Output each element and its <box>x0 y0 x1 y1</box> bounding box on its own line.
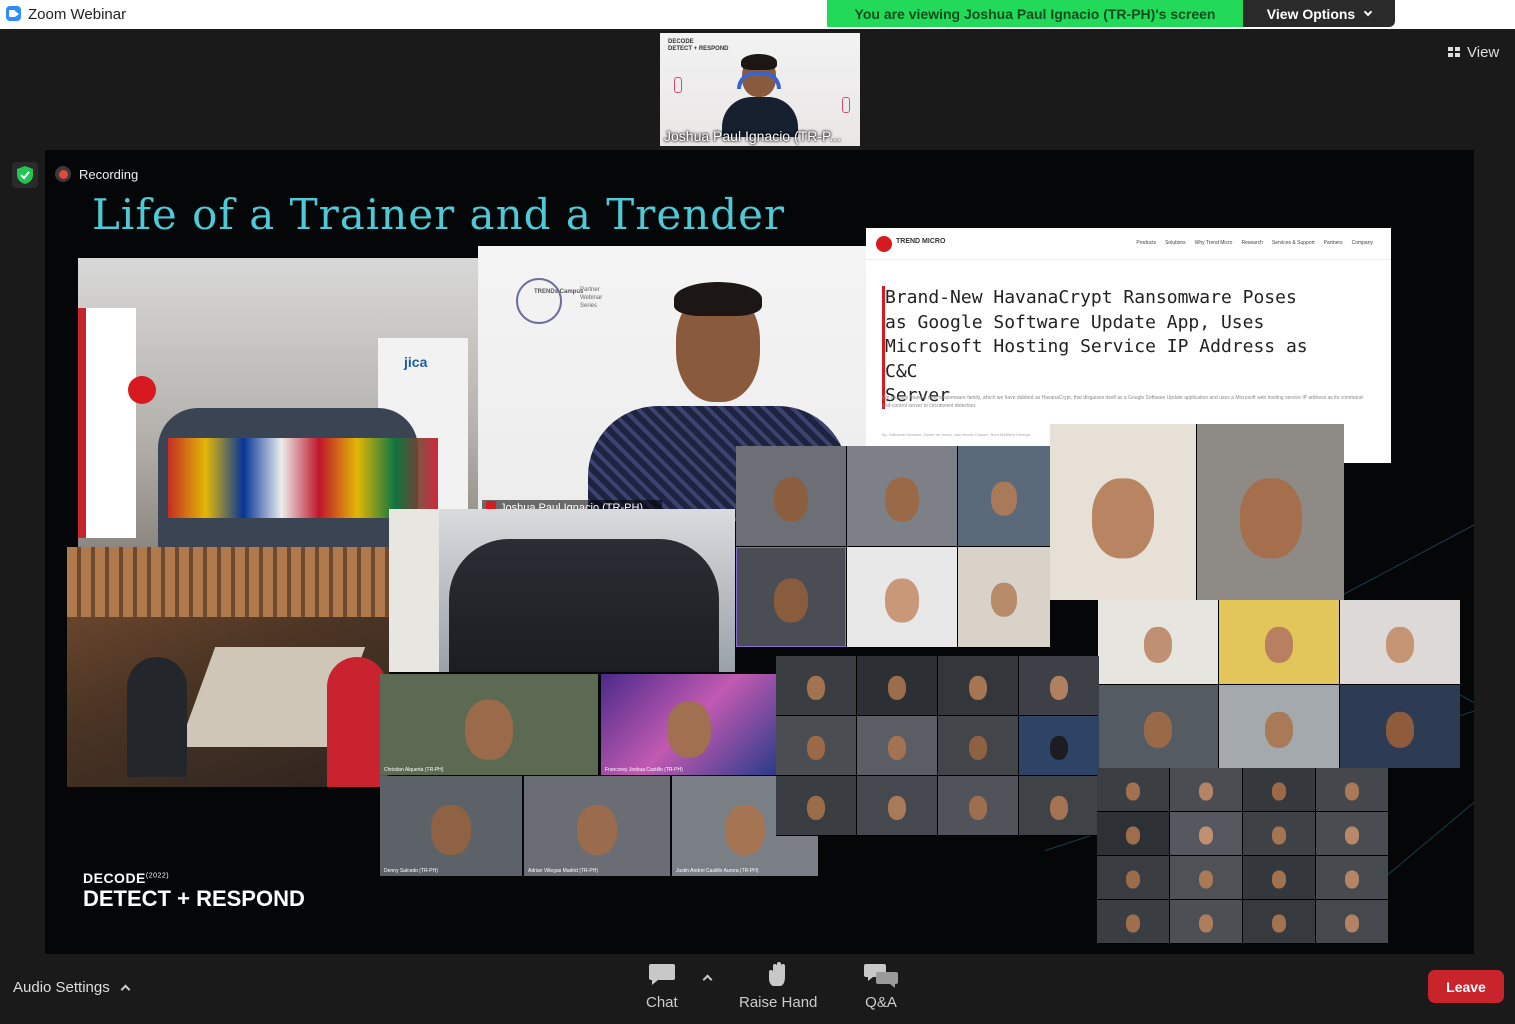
participant-grid <box>1098 600 1460 768</box>
window-title: Zoom Webinar <box>28 6 127 23</box>
article-nav: TREND MICRO Products Solutions Why Trend… <box>866 228 1391 260</box>
participant-peace-photo: Adrian Villegas Madrid (TR-PH) <box>524 776 670 876</box>
participant-tile <box>776 776 856 835</box>
participant-tile <box>1097 856 1169 899</box>
speaker-name-label: Joshua Paul Ignacio (TR-P... <box>664 128 842 144</box>
decode-event-logo: DECODE(2022) DETECT + RESPOND <box>83 870 305 911</box>
participant-galaxy-photo: Francorey Joshua Castillo (TR-PH) <box>601 674 776 775</box>
participant-tile <box>1170 812 1242 855</box>
chevron-down-icon <box>1363 7 1373 16</box>
chat-bubble-icon <box>648 964 675 985</box>
grid-view-icon <box>1448 46 1461 58</box>
participant-tile <box>1219 600 1339 684</box>
participant-tile <box>938 716 1018 775</box>
trend-micro-logo-icon <box>876 236 892 252</box>
article-nav-links: Products Solutions Why Trend Micro Resea… <box>1136 240 1373 246</box>
participant-tile <box>1316 812 1388 855</box>
participant-tile <box>1243 856 1315 899</box>
participant-grid <box>776 656 1099 836</box>
speaker-background-brand: DECODE DETECT + RESPOND <box>668 39 729 53</box>
participant-tile <box>1170 768 1242 811</box>
shield-check-icon <box>17 166 33 184</box>
participant-tile <box>776 656 856 715</box>
restaurant-dinner-photo <box>67 547 389 787</box>
participant-peace-photo: Denny Salcedo (TR-PH) <box>380 776 522 876</box>
view-layout-label: View <box>1467 43 1500 61</box>
caret-up-icon <box>120 984 131 995</box>
participant-tile <box>1243 768 1315 811</box>
raise-hand-label: Raise Hand <box>739 994 818 1011</box>
article-lede: We recently found a new ransomware famil… <box>882 395 1365 409</box>
article-headline: Brand-New HavanaCrypt Ransomware Poses a… <box>882 286 1322 409</box>
participant-tile <box>958 446 1050 546</box>
office-group-photo: jica <box>78 258 480 548</box>
participant-tile <box>1098 600 1218 684</box>
participant-tile <box>776 716 856 775</box>
participant-tile <box>1097 768 1169 811</box>
participant-tile <box>857 776 937 835</box>
participant-tile <box>1197 424 1344 600</box>
participant-tile <box>1097 812 1169 855</box>
participant-tile <box>1340 600 1460 684</box>
participant-tile <box>938 656 1018 715</box>
speaker-video-tile[interactable]: DECODE DETECT + RESPOND Joshua Paul Igna… <box>660 33 860 146</box>
participant-tile <box>736 547 846 647</box>
participant-tile <box>857 716 937 775</box>
participant-tile <box>736 446 846 546</box>
participant-tile <box>1170 856 1242 899</box>
participant-tile <box>1243 812 1315 855</box>
zoom-webinar-window: Zoom Webinar You are viewing Joshua Paul… <box>0 0 1515 1024</box>
background-decoration <box>842 97 850 113</box>
participant-tile <box>1340 685 1460 768</box>
participant-tile <box>1019 716 1099 775</box>
participant-tile <box>1019 656 1099 715</box>
recording-dot-icon <box>55 166 71 182</box>
chat-label: Chat <box>646 994 678 1011</box>
qa-label: Q&A <box>865 994 897 1011</box>
participant-tile <box>938 776 1018 835</box>
article-byline: By: Nathaniel Morales, Monte de Jesus, I… <box>882 432 1031 437</box>
recording-indicator[interactable]: Recording <box>55 166 138 182</box>
participant-tile <box>857 656 937 715</box>
background-decoration <box>674 77 682 93</box>
participant-tile <box>1243 900 1315 943</box>
audio-settings-label: Audio Settings <box>13 979 110 996</box>
hand-icon <box>769 962 786 986</box>
participant-tile <box>1019 776 1099 835</box>
participant-tile <box>847 446 957 546</box>
participant-tile <box>1170 900 1242 943</box>
chat-button[interactable]: Chat <box>646 962 678 1011</box>
participant-tile <box>1050 424 1196 600</box>
recording-label: Recording <box>79 166 139 182</box>
screen-share-banner: You are viewing Joshua Paul Ignacio (TR-… <box>827 0 1243 27</box>
view-options-label: View Options <box>1266 5 1356 22</box>
leave-button[interactable]: Leave <box>1428 970 1504 1003</box>
participant-tile <box>1316 856 1388 899</box>
view-options-button[interactable]: View Options <box>1243 0 1395 27</box>
trainee-group-photo <box>389 509 735 672</box>
participant-grid <box>736 446 1050 648</box>
audio-settings-button[interactable]: Audio Settings <box>13 979 131 996</box>
slide-title: Life of a Trainer and a Trender <box>92 190 786 239</box>
zoom-app-icon <box>6 6 21 21</box>
participant-grid <box>1050 424 1344 600</box>
participant-tile <box>1316 768 1388 811</box>
participant-grid <box>1097 768 1388 944</box>
raise-hand-button[interactable]: Raise Hand <box>739 962 817 1011</box>
participant-flex-photo: Christian Alquerta (TR-PH) <box>380 674 598 775</box>
campus-series: Partner Webinar Series <box>580 287 603 309</box>
participant-tile <box>1316 900 1388 943</box>
campus-logo: TRENDs Campus <box>534 289 584 295</box>
participant-tile <box>1097 900 1169 943</box>
participant-tile <box>1219 685 1339 768</box>
qa-bubbles-icon <box>864 964 898 988</box>
qa-button[interactable]: Q&A <box>864 962 898 1011</box>
security-shield-button[interactable] <box>12 162 38 188</box>
participant-tile <box>1098 685 1218 768</box>
participant-tile <box>847 547 957 647</box>
speaker-figure <box>722 53 798 137</box>
participant-tile <box>958 547 1050 647</box>
view-layout-button[interactable]: View <box>1440 38 1510 66</box>
